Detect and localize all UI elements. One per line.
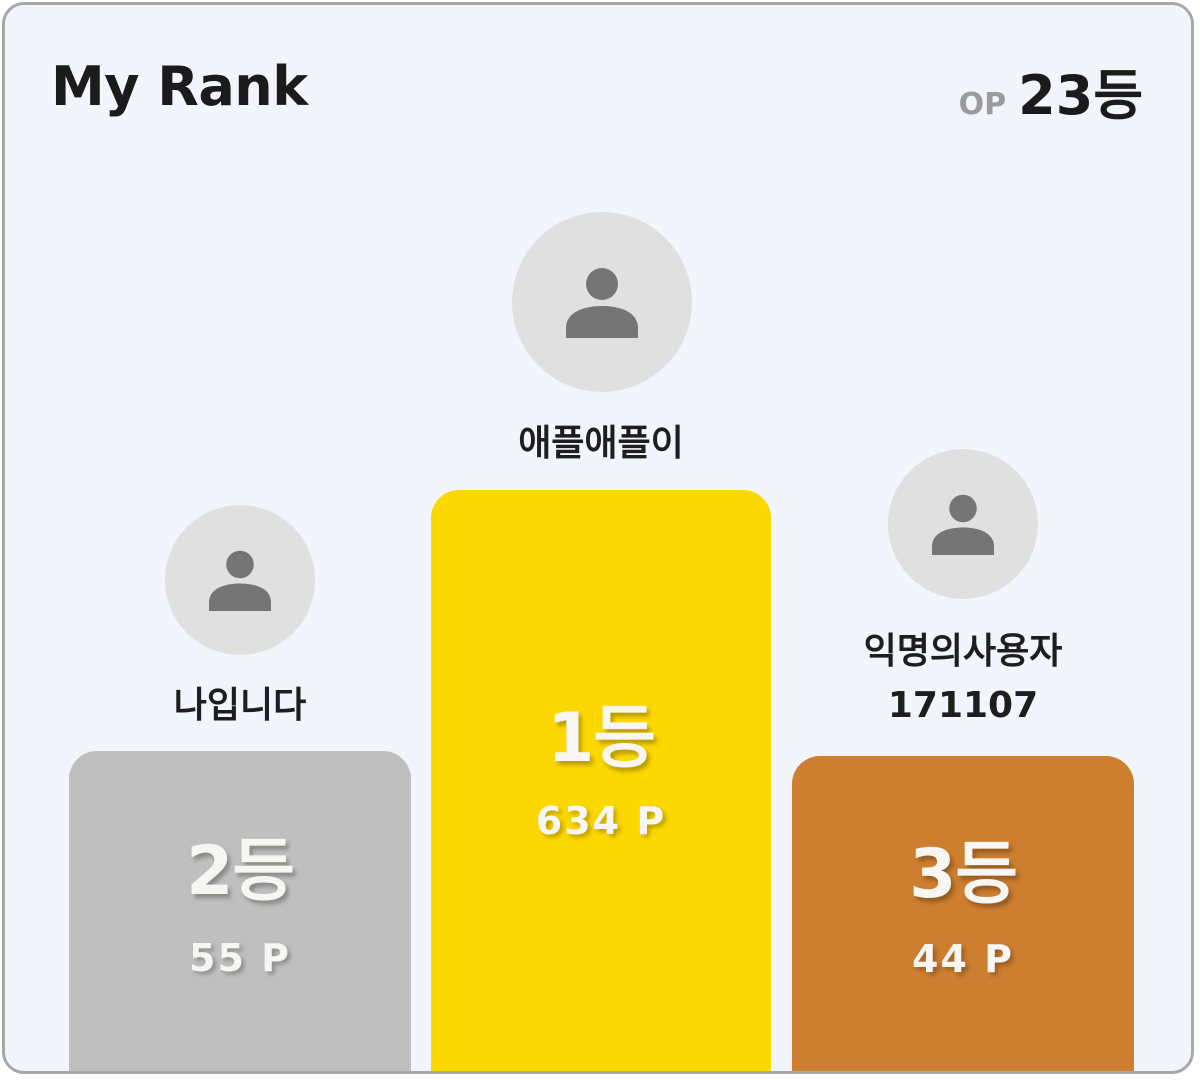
second-place-name: 나입니다 — [173, 685, 307, 726]
second-place-podium: 2등 55 P — [69, 751, 411, 1071]
first-place-avatar[interactable] — [512, 212, 692, 392]
second-place-rank: 2등 — [186, 832, 295, 911]
second-place-points: 55 P — [189, 936, 291, 980]
person-icon — [566, 268, 638, 338]
third-place-rank: 3등 — [909, 835, 1018, 914]
card-title: My Rank — [51, 55, 308, 118]
third-place-points: 44 P — [912, 937, 1014, 981]
second-place-avatar[interactable] — [165, 505, 315, 655]
my-rank-summary: OP 23등 — [959, 51, 1143, 130]
third-place-name-line-1: 익명의사용자 — [863, 631, 1063, 672]
my-rank-value: 23등 — [1018, 64, 1143, 127]
third-place-podium: 3등 44 P — [792, 756, 1134, 1071]
third-place-name: 익명의사용자 171107 — [792, 629, 1134, 729]
first-place-name: 애플애플이 — [518, 423, 684, 464]
my-rank-card: My Rank OP 23등 애플애플이 1등 634 P 나입니다 2등 55… — [2, 2, 1194, 1074]
first-place-podium: 1등 634 P — [431, 490, 771, 1071]
third-place-name-line-2: 171107 — [887, 685, 1039, 726]
person-icon — [932, 494, 994, 555]
first-place-points: 634 P — [535, 799, 667, 843]
op-label: OP — [958, 87, 1007, 122]
first-place-rank: 1등 — [547, 699, 656, 778]
person-icon — [209, 550, 271, 611]
third-place-avatar[interactable] — [888, 449, 1038, 599]
